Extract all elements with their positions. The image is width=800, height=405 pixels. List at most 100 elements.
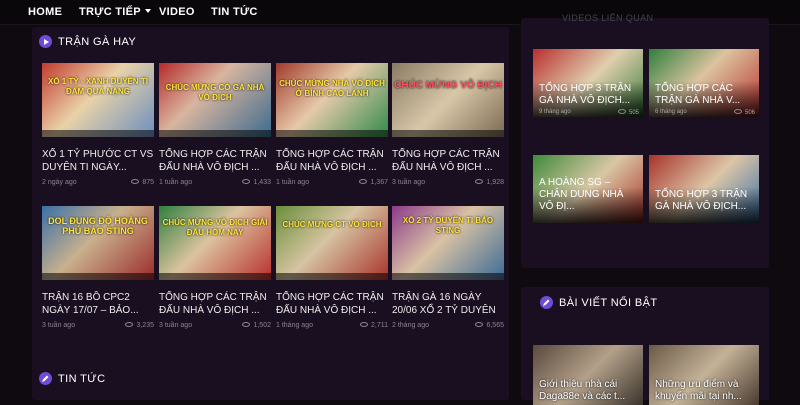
- eye-icon: [475, 179, 484, 184]
- related-video-views: 505: [617, 109, 639, 116]
- video-thumbnail[interactable]: XỔ 2 TỶ DUYÊN TI BẢO STING: [392, 206, 504, 280]
- featured-post-card[interactable]: Giới thiệu nhà cái Daga88e và các t...: [533, 345, 643, 405]
- view-count: 1,367: [370, 179, 388, 186]
- pencil-icon: [540, 296, 553, 309]
- related-video-views: 506: [733, 109, 755, 116]
- video-meta: 3 tuần ago 1,502: [159, 322, 271, 332]
- eye-icon: [125, 322, 134, 327]
- video-meta: 3 tuần ago 1,928: [392, 179, 504, 189]
- related-video-title[interactable]: TỔNG HỢP CÁC TRẬN GÀ NHÀ V...: [655, 83, 755, 107]
- video-card[interactable]: CHÚC MỪNG CT VÔ ĐỊCH TỔNG HỢP CÁC TRẬN Đ…: [276, 206, 388, 332]
- related-video-meta: 9 tháng ago 505: [539, 109, 639, 116]
- view-count: 1,502: [253, 322, 271, 329]
- video-title[interactable]: TỔNG HỢP CÁC TRẬN ĐẤU NHÀ VÔ ĐỊCH ...: [276, 291, 388, 317]
- nav-home[interactable]: HOME: [28, 6, 62, 18]
- thumbnail-caption: XỔ 1 TỶ - XANH DUYÊN TI ĐÂM QUÁ NẶNG: [47, 77, 148, 96]
- video-thumbnail[interactable]: XỔ 1 TỶ - XANH DUYÊN TI ĐÂM QUÁ NẶNG: [42, 63, 154, 137]
- video-thumbnail[interactable]: CHÚC MỪNG VÔ ĐỊCH GIẢI ĐẤU HÔM NAY: [159, 206, 271, 280]
- video-meta: 1 tháng ago 2,711: [276, 322, 388, 332]
- thumbnail-caption: CHÚC MỪNG CÒ GÀ NHÀ VÔ ĐỊCH: [165, 83, 265, 102]
- nav-live[interactable]: TRỰC TIẾP: [79, 6, 151, 18]
- related-video-title[interactable]: TỔNG HỢP 3 TRẬN GÀ NHÀ VÔ ĐỊCH...: [539, 83, 639, 107]
- video-time: 3 tuần ago: [392, 179, 426, 186]
- section-title-main: TRẬN GÀ HAY: [58, 36, 137, 48]
- view-count: 6,565: [486, 322, 504, 329]
- related-video-card[interactable]: TỔNG HỢP 3 TRẬN GÀ NHÀ VÔ ĐỊCH...: [649, 155, 759, 223]
- thumbnail-caption: DOL ĐỤNG ĐỘ HOÀNG PHÚ BẢO STING: [48, 216, 148, 236]
- eye-icon: [242, 179, 251, 184]
- view-count: 1,433: [253, 179, 271, 186]
- video-thumbnail[interactable]: CHÚC MỪNG CT VÔ ĐỊCH: [276, 206, 388, 280]
- video-card[interactable]: XỔ 1 TỶ - XANH DUYÊN TI ĐÂM QUÁ NẶNG XỔ …: [42, 63, 154, 189]
- video-time: 3 tuần ago: [159, 322, 193, 329]
- thumbnail-caption: CHÚC MỪNG VÔ ĐỊCH: [394, 80, 502, 91]
- thumbnail-scorebar: [42, 130, 154, 137]
- thumbnail-scorebar: [159, 130, 271, 137]
- thumbnail-scorebar: [392, 130, 504, 137]
- video-views: 2,711: [360, 322, 388, 329]
- video-time: 1 tháng ago: [276, 322, 313, 329]
- thumbnail-caption: XỔ 2 TỶ DUYÊN TI BẢO STING: [402, 216, 494, 235]
- video-views: 1,433: [242, 179, 271, 186]
- video-card[interactable]: CHÚC MỪNG CÒ GÀ NHÀ VÔ ĐỊCH TỔNG HỢP CÁC…: [159, 63, 271, 189]
- video-card[interactable]: CHÚC MỪNG VÔ ĐỊCH TỔNG HỢP CÁC TRẬN ĐẤU …: [392, 63, 504, 189]
- related-video-card[interactable]: TỔNG HỢP 3 TRẬN GÀ NHÀ VÔ ĐỊCH... 9 thán…: [533, 49, 643, 117]
- play-icon: [39, 35, 52, 48]
- video-meta: 1 tuần ago 1,367: [276, 179, 388, 189]
- video-card[interactable]: DOL ĐỤNG ĐỘ HOÀNG PHÚ BẢO STING TRẬN 16 …: [42, 206, 154, 332]
- video-thumbnail[interactable]: CHÚC MỪNG CÒ GÀ NHÀ VÔ ĐỊCH: [159, 63, 271, 137]
- thumbnail-scorebar: [276, 273, 388, 280]
- video-views: 875: [131, 179, 154, 186]
- thumbnail-scorebar: [159, 273, 271, 280]
- eye-icon: [242, 322, 251, 327]
- video-thumbnail[interactable]: CHÚC MỪNG NHÀ VÔ ĐỊCH Ở BÌNH CAO LÃNH: [276, 63, 388, 137]
- video-views: 1,928: [475, 179, 504, 186]
- video-title[interactable]: TRẬN 16 BỒ CPC2 NGÀY 17/07 – BẢO...: [42, 291, 154, 317]
- video-time: 1 tuần ago: [159, 179, 193, 186]
- video-title[interactable]: TỔNG HỢP CÁC TRẬN ĐẤU NHÀ VÔ ĐỊCH ...: [159, 291, 271, 317]
- related-video-time: 9 tháng ago: [539, 109, 571, 115]
- related-video-title[interactable]: A HOÀNG SG – CHÂN DUNG NHÀ VÔ ĐỊ...: [539, 177, 639, 213]
- thumbnail-scorebar: [276, 130, 388, 137]
- thumbnail-scorebar: [42, 273, 154, 280]
- chevron-down-icon: [144, 9, 151, 13]
- video-meta: 1 tuần ago 1,433: [159, 179, 271, 189]
- thumbnail-caption: CHÚC MỪNG NHÀ VÔ ĐỊCH Ở BÌNH CAO LÃNH: [279, 79, 385, 98]
- eye-icon: [359, 179, 368, 184]
- eye-icon: [131, 179, 140, 184]
- related-video-card[interactable]: A HOÀNG SG – CHÂN DUNG NHÀ VÔ ĐỊ...: [533, 155, 643, 223]
- video-title[interactable]: TỔNG HỢP CÁC TRẬN ĐẤU NHÀ VÔ ĐỊCH ...: [276, 148, 388, 174]
- video-thumbnail[interactable]: DOL ĐỤNG ĐỘ HOÀNG PHÚ BẢO STING: [42, 206, 154, 280]
- video-thumbnail[interactable]: CHÚC MỪNG VÔ ĐỊCH: [392, 63, 504, 137]
- video-time: 2 ngày ago: [42, 179, 77, 186]
- view-count: 2,711: [371, 322, 388, 329]
- video-title[interactable]: TRẬN GÀ 16 NGÀY 20/06 XỔ 2 TỶ DUYÊN TI V…: [392, 291, 504, 317]
- featured-post-title[interactable]: Những ưu điểm và khuyến mãi tại nh...: [655, 379, 755, 403]
- thumbnail-caption: CHÚC MỪNG VÔ ĐỊCH GIẢI ĐẤU HÔM NAY: [162, 218, 268, 237]
- view-count: 1,928: [486, 179, 504, 186]
- video-card[interactable]: CHÚC MỪNG VÔ ĐỊCH GIẢI ĐẤU HÔM NAY TỔNG …: [159, 206, 271, 332]
- video-views: 1,502: [242, 322, 271, 329]
- video-title[interactable]: XỔ 1 TỶ PHƯỚC CT VS DUYÊN TI NGÀY...: [42, 148, 154, 174]
- video-meta: 3 tuần ago 3,235: [42, 322, 154, 332]
- video-card[interactable]: XỔ 2 TỶ DUYÊN TI BẢO STING TRẬN GÀ 16 NG…: [392, 206, 504, 332]
- related-video-meta: 6 tháng ago 506: [655, 109, 755, 116]
- thumbnail-caption: CHÚC MỪNG CT VÔ ĐỊCH: [282, 220, 382, 229]
- featured-post-card[interactable]: Những ưu điểm và khuyến mãi tại nh...: [649, 345, 759, 405]
- view-count: 505: [628, 110, 639, 116]
- video-card[interactable]: CHÚC MỪNG NHÀ VÔ ĐỊCH Ở BÌNH CAO LÃNH TỔ…: [276, 63, 388, 189]
- video-title[interactable]: TỔNG HỢP CÁC TRẬN ĐẤU NHÀ VÔ ĐỊCH ...: [392, 148, 504, 174]
- eye-icon: [360, 322, 368, 327]
- video-views: 1,367: [359, 179, 388, 186]
- related-video-card[interactable]: TỔNG HỢP CÁC TRẬN GÀ NHÀ V... 6 tháng ag…: [649, 49, 759, 117]
- section-title-featured: BÀI VIẾT NỔI BẬT: [559, 297, 658, 309]
- video-title[interactable]: TỔNG HỢP CÁC TRẬN ĐẤU NHÀ VÔ ĐỊCH ...: [159, 148, 271, 174]
- thumbnail-scorebar: [392, 273, 504, 280]
- featured-post-title[interactable]: Giới thiệu nhà cái Daga88e và các t...: [539, 379, 639, 403]
- section-title-related: VIDEOS LIÊN QUAN: [562, 13, 654, 23]
- view-count: 3,235: [136, 322, 154, 329]
- nav-video[interactable]: VIDEO: [159, 6, 195, 18]
- related-video-title[interactable]: TỔNG HỢP 3 TRẬN GÀ NHÀ VÔ ĐỊCH...: [655, 189, 755, 213]
- nav-news[interactable]: TIN TỨC: [211, 6, 258, 18]
- view-count: 506: [744, 110, 755, 116]
